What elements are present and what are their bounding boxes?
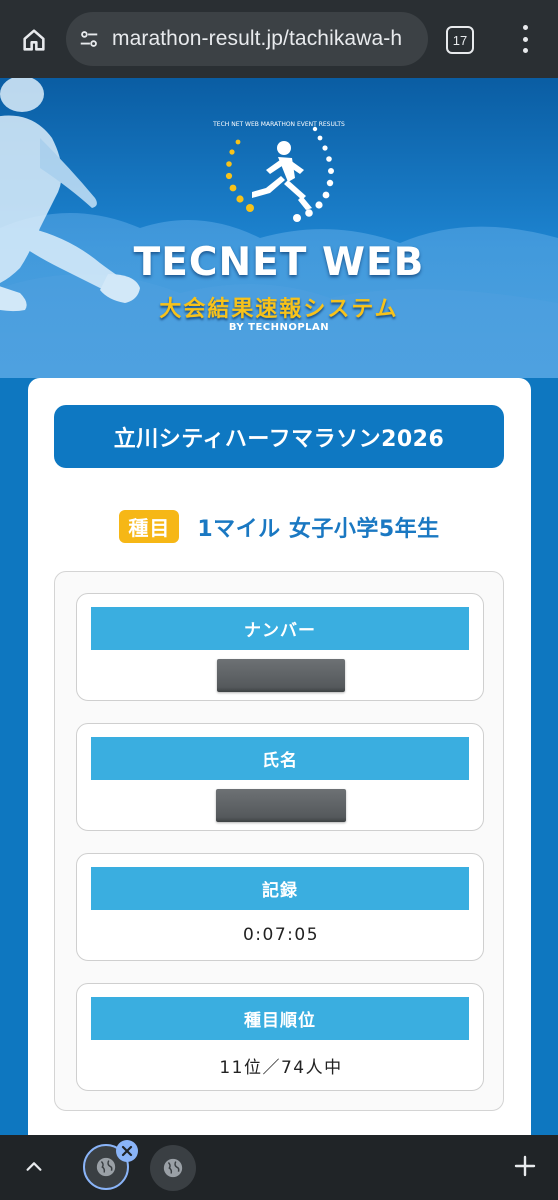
close-tab-button[interactable] — [116, 1140, 138, 1162]
new-tab-button[interactable] — [508, 1149, 542, 1183]
tune-icon — [80, 31, 98, 47]
expand-tabs-button[interactable] — [18, 1151, 50, 1183]
records-panel: ナンバー 氏名 記録 0:07:05 種目順位 11位／74人中 — [54, 571, 504, 1111]
redacted-value — [217, 658, 345, 692]
record-time: 記録 0:07:05 — [76, 853, 484, 961]
category-name: 1マイル 女子小学5年生 — [197, 516, 440, 542]
home-button[interactable] — [14, 20, 54, 60]
record-label: 氏名 — [91, 737, 469, 780]
more-vert-dot — [522, 48, 528, 53]
category-badge: 種目 — [119, 510, 180, 543]
globe-icon — [96, 1157, 116, 1177]
more-vert-dot — [522, 36, 528, 42]
globe-icon — [163, 1158, 183, 1178]
plus-icon — [514, 1155, 536, 1177]
record-value: 0:07:05 — [242, 925, 320, 945]
logo-ring-text: TECH NET WEB MARATHON EVENT RESULTS — [212, 121, 345, 128]
hero-artwork: TECH NET WEB MARATHON EVENT RESULTS — [0, 78, 558, 378]
more-vert-icon — [522, 25, 528, 30]
record-label: ナンバー — [91, 607, 469, 650]
address-bar[interactable]: marathon-result.jp/tachikawa-h — [66, 12, 428, 66]
event-title: 立川シティハーフマラソン2026 — [54, 405, 504, 468]
tab-thumbnail[interactable] — [150, 1145, 196, 1191]
logo-subtitle: 大会結果速報システム — [159, 297, 399, 322]
record-bib-number: ナンバー — [76, 593, 484, 701]
logo-emblem: TECH NET WEB MARATHON EVENT RESULTS — [212, 121, 345, 222]
record-value — [77, 658, 485, 692]
chevron-up-icon — [26, 1162, 42, 1171]
site-info-button[interactable] — [66, 12, 112, 66]
url-text: marathon-result.jp/tachikawa-h — [112, 27, 403, 50]
tab-count: 17 — [452, 32, 468, 48]
record-label: 記録 — [91, 867, 469, 910]
record-value: 11位／74人中 — [219, 1057, 343, 1078]
category-row: 種目 1マイル 女子小学5年生 — [28, 510, 531, 543]
home-icon — [23, 29, 45, 51]
record-label: 種目順位 — [91, 997, 469, 1040]
close-icon — [121, 1145, 133, 1157]
result-card: 立川シティハーフマラソン2026 種目 1マイル 女子小学5年生 ナンバー 氏名… — [28, 378, 531, 1158]
more-menu-button[interactable] — [510, 22, 540, 56]
hero-banner: TECH NET WEB MARATHON EVENT RESULTS TECN… — [0, 78, 558, 378]
record-name: 氏名 — [76, 723, 484, 831]
bottom-tab-bar — [0, 1135, 558, 1200]
record-category-rank: 種目順位 11位／74人中 — [76, 983, 484, 1091]
logo-title: TECNET WEB — [133, 240, 425, 285]
tab-switcher-button[interactable]: 17 — [446, 26, 474, 54]
record-value — [77, 788, 485, 822]
redacted-value — [216, 788, 346, 822]
logo-byline: BY TECHNOPLAN — [228, 322, 330, 333]
browser-toolbar: marathon-result.jp/tachikawa-h 17 — [0, 0, 558, 78]
